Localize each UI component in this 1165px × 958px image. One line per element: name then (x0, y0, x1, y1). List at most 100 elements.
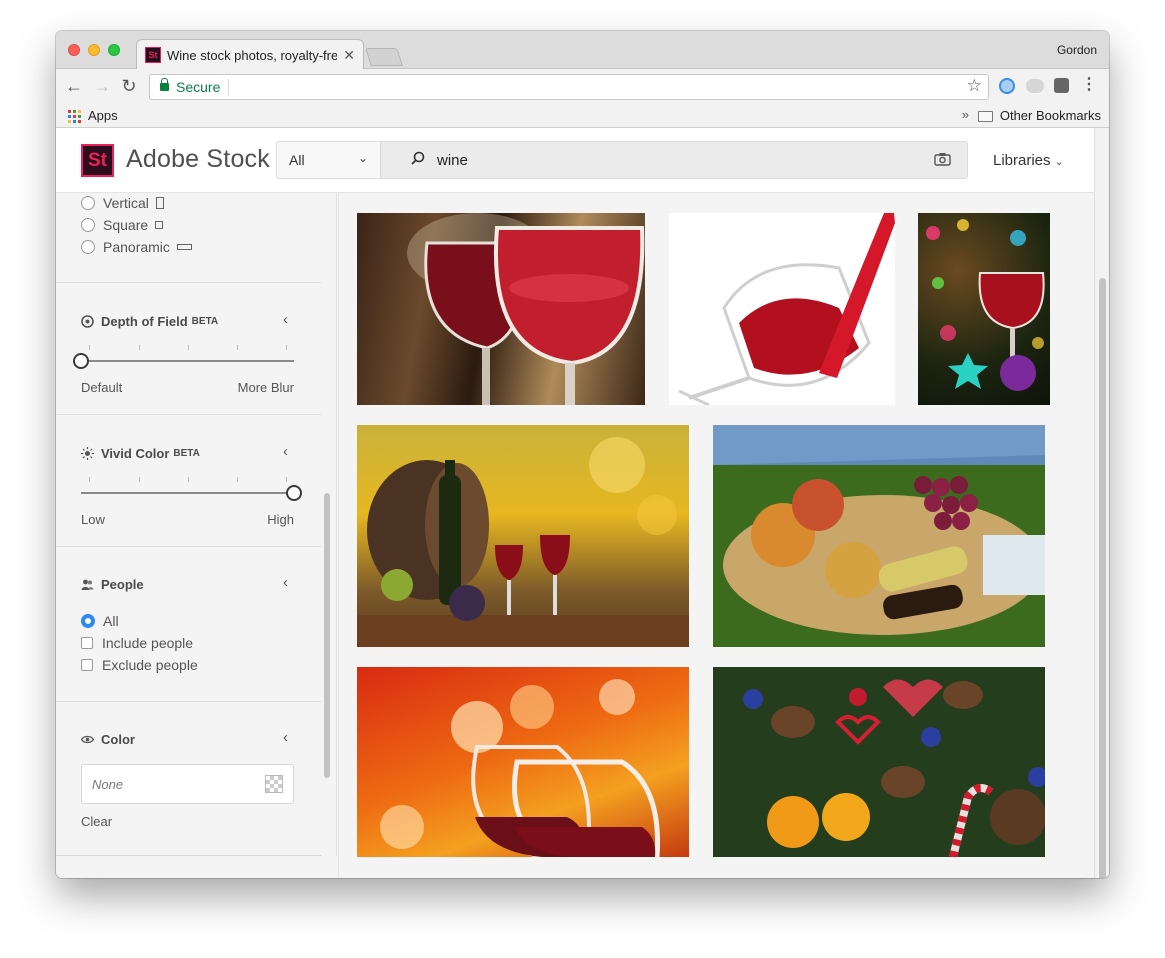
image-thumbnail[interactable] (357, 425, 689, 647)
orientation-square[interactable]: Square (81, 217, 164, 233)
color-header[interactable]: Color (81, 732, 135, 747)
color-picker-field[interactable]: None (81, 764, 294, 804)
vivid-color-section: Vivid Color BETA ‹ Low High (56, 415, 321, 547)
people-icon (81, 579, 94, 590)
search-icon[interactable] (411, 151, 425, 165)
depth-of-field-slider[interactable] (81, 360, 294, 362)
vivid-color-slider[interactable] (81, 492, 294, 494)
zoom-window-button[interactable] (108, 44, 120, 56)
slider-tick (89, 477, 90, 482)
libraries-menu[interactable]: Libraries ⌄ (993, 152, 1064, 169)
collapse-chevron-icon[interactable]: ‹ (283, 443, 288, 460)
results-gallery (338, 193, 1080, 878)
lock-icon (160, 78, 169, 91)
apps-bookmark[interactable]: Apps (88, 108, 118, 123)
transparent-swatch-icon[interactable] (265, 775, 283, 793)
new-tab-button[interactable] (365, 48, 403, 66)
square-orientation-icon (155, 221, 164, 229)
extension-globe-icon[interactable] (999, 78, 1015, 94)
bookmarks-overflow-icon[interactable]: » (962, 107, 969, 122)
search-input[interactable] (437, 148, 917, 172)
slider-tick (89, 345, 90, 350)
checkbox[interactable] (81, 637, 93, 649)
radio-button[interactable] (81, 240, 95, 254)
collapse-chevron-icon[interactable]: ‹ (283, 574, 288, 591)
browser-toolbar: ← → ↻ Secure ☆ ⋮ (56, 69, 1109, 104)
extension-square-icon[interactable] (1054, 78, 1069, 93)
radio-button[interactable] (81, 196, 95, 210)
back-arrow-icon[interactable]: ← (64, 76, 84, 96)
slider-max-label: High (267, 512, 294, 527)
image-thumbnail[interactable] (713, 425, 1045, 647)
exclude-people-option[interactable]: Exclude people (81, 657, 198, 673)
image-thumbnail[interactable] (713, 667, 1045, 857)
aperture-icon (81, 315, 94, 328)
filter-sidebar: Vertical Square Panoramic Depth of Field… (56, 193, 337, 856)
wine-splash-image (678, 213, 895, 405)
section-title: People (101, 577, 144, 592)
orientation-section: Vertical Square Panoramic (56, 193, 321, 283)
checkbox[interactable] (81, 659, 93, 671)
vivid-color-header[interactable]: Vivid Color BETA (81, 446, 200, 461)
adobe-stock-header: St Adobe Stock All ⌄ Libraries⌄ (56, 128, 1094, 193)
slider-tick (237, 345, 238, 350)
picnic-basket-image (713, 425, 1045, 635)
apps-grid-icon[interactable] (68, 110, 81, 123)
slider-handle[interactable] (286, 485, 302, 501)
section-title: Color (101, 732, 135, 747)
collapse-chevron-icon[interactable]: ‹ (283, 729, 288, 746)
people-header[interactable]: People (81, 577, 144, 592)
browser-menu-icon[interactable]: ⋮ (1081, 75, 1097, 95)
panoramic-orientation-icon (176, 244, 192, 250)
sidebar-scrollbar[interactable] (324, 493, 330, 778)
close-window-button[interactable] (68, 44, 80, 56)
adobe-stock-logo-icon[interactable]: St (81, 144, 114, 177)
image-thumbnail[interactable] (357, 213, 645, 405)
orientation-vertical[interactable]: Vertical (81, 195, 164, 211)
page-scrollbar[interactable] (1094, 128, 1109, 878)
main-content: Vertical Square Panoramic Depth of Field… (56, 193, 1109, 878)
option-label: Include people (102, 635, 194, 651)
tab-title: Wine stock photos, royalty-free (167, 47, 338, 63)
profile-name[interactable]: Gordon (1057, 43, 1097, 57)
wine-glasses-image (407, 213, 645, 405)
orientation-panoramic[interactable]: Panoramic (81, 239, 192, 255)
bookmark-star-icon[interactable]: ☆ (967, 76, 982, 96)
reload-icon[interactable]: ↻ (119, 76, 139, 96)
forward-arrow-icon[interactable]: → (92, 76, 112, 96)
depth-of-field-header[interactable]: Depth of Field BETA (81, 314, 218, 329)
browser-tab[interactable]: St Wine stock photos, royalty-free ✕ (136, 39, 364, 70)
color-section: Color ‹ None Clear (56, 702, 321, 856)
radio-button-selected[interactable] (81, 614, 95, 628)
wine-barrel-image (357, 437, 689, 647)
radio-button[interactable] (81, 218, 95, 232)
people-all-option[interactable]: All (81, 613, 119, 629)
option-label: Vertical (103, 195, 149, 211)
slider-handle[interactable] (73, 353, 89, 369)
page-scrollbar-thumb[interactable] (1099, 278, 1106, 878)
tab-strip: St Wine stock photos, royalty-free ✕ Gor… (56, 31, 1109, 70)
libraries-label: Libraries (993, 152, 1051, 169)
image-thumbnail[interactable] (918, 213, 1050, 405)
slider-tick (139, 477, 140, 482)
christmas-wine-image (926, 219, 1045, 391)
slider-max-label: More Blur (237, 380, 294, 395)
slider-tick (286, 477, 287, 482)
extension-glasses-icon[interactable] (1026, 79, 1044, 93)
camera-icon[interactable] (934, 152, 951, 166)
image-thumbnail[interactable] (669, 213, 895, 405)
minimize-window-button[interactable] (88, 44, 100, 56)
brand-name[interactable]: Adobe Stock (126, 145, 270, 174)
collapse-chevron-icon[interactable]: ‹ (283, 311, 288, 328)
slider-tick (237, 477, 238, 482)
other-bookmarks[interactable]: Other Bookmarks (1000, 108, 1101, 123)
folder-icon (978, 111, 993, 122)
clear-color-link[interactable]: Clear (81, 814, 112, 829)
chevron-down-icon: ⌄ (1054, 156, 1064, 168)
people-section: People ‹ All Include people Exclude peop… (56, 547, 321, 702)
image-thumbnail[interactable] (357, 667, 689, 857)
tab-close-icon[interactable]: ✕ (343, 47, 355, 64)
address-bar[interactable]: Secure ☆ (149, 74, 989, 100)
search-scope-dropdown[interactable]: All ⌄ (277, 142, 381, 178)
include-people-option[interactable]: Include people (81, 635, 193, 651)
